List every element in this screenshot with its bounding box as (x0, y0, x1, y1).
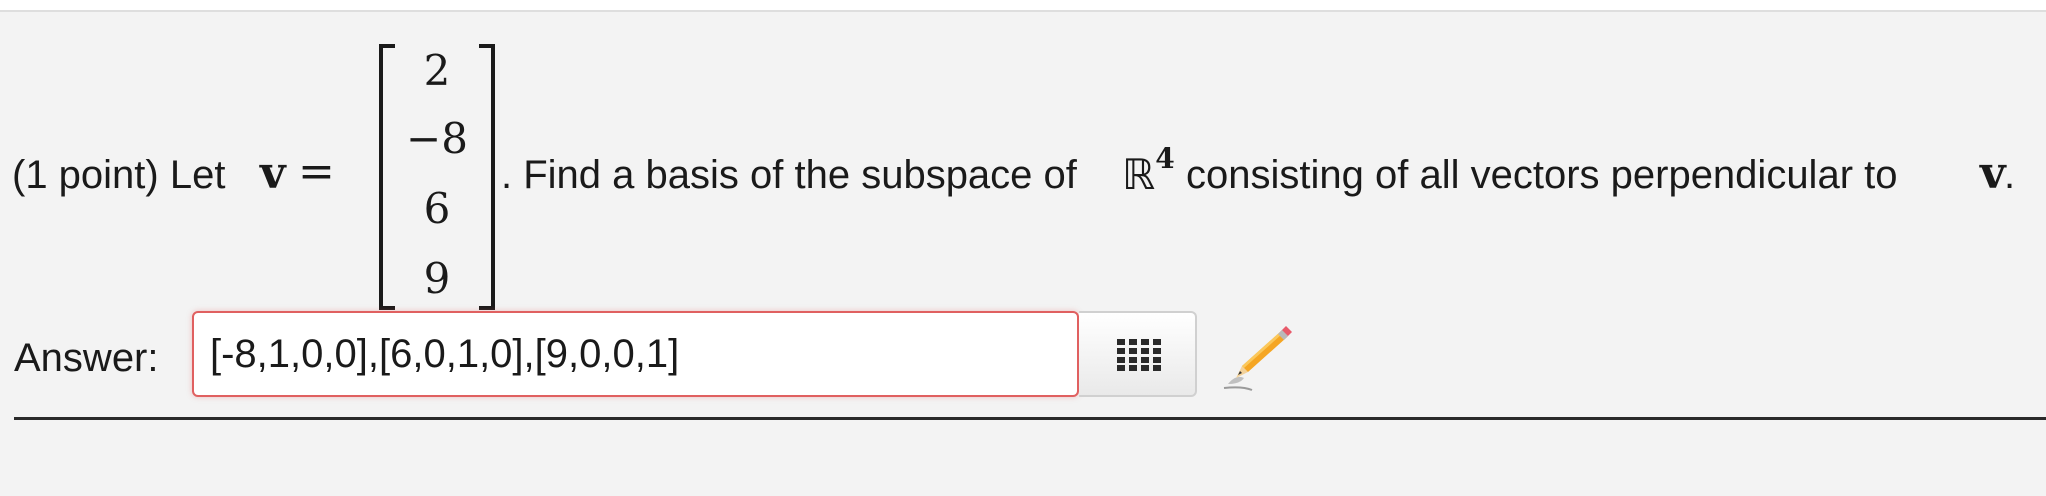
problem-statement: (1 point) Let v = 2 −8 6 9 . Find a basi… (12, 0, 2042, 330)
answer-input[interactable] (192, 311, 1079, 397)
matrix-entry: 6 (423, 184, 451, 233)
vector-matrix: 2 −8 6 9 (377, 44, 497, 310)
vector-symbol: v (260, 148, 286, 199)
vector-symbol-end: v (1980, 148, 2006, 199)
grid-icon (1117, 339, 1161, 371)
equals-sign: = (298, 146, 335, 197)
answer-label: Answer: (14, 336, 159, 380)
problem-text-end: consisting of all vectors perpendicular … (1186, 153, 1898, 197)
matrix-entry: 2 (423, 46, 451, 95)
real-space-symbol: ℝ4 (1122, 142, 1175, 199)
matrix-entry: −8 (406, 114, 468, 163)
problem-text-middle: . Find a basis of the subspace of (501, 153, 1077, 197)
period: . (2004, 153, 2016, 197)
matrix-entry-button[interactable] (1079, 311, 1197, 397)
bottom-divider (14, 417, 2046, 420)
pencil-icon[interactable] (1222, 326, 1298, 392)
point-label: (1 point) Let (12, 153, 226, 197)
matrix-entry: 9 (423, 254, 451, 303)
